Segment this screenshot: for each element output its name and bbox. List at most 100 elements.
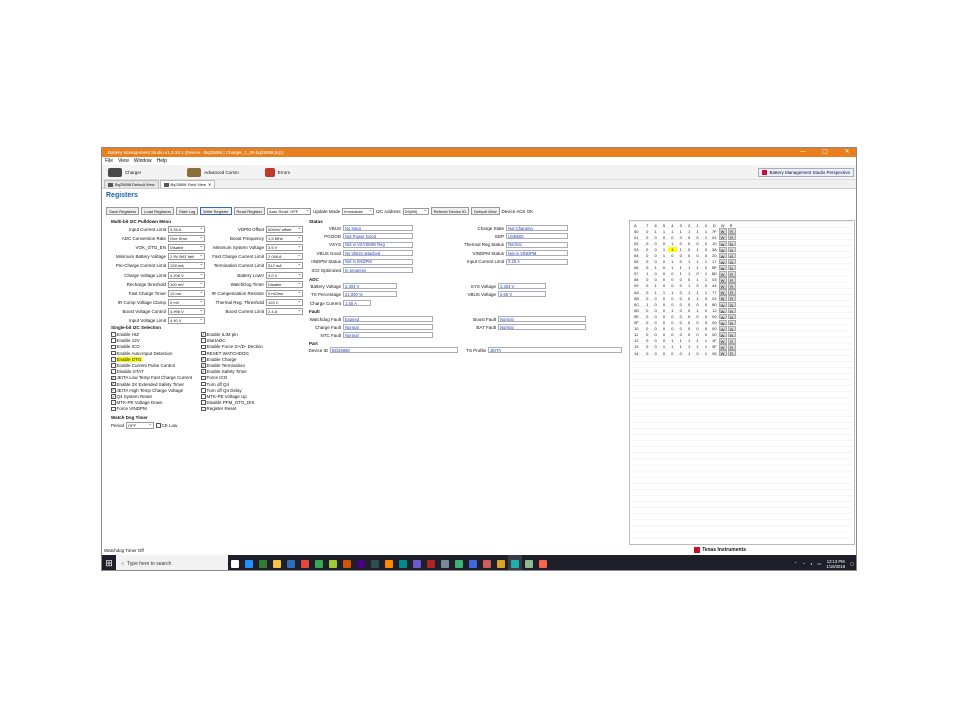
register-bit[interactable]: 0 <box>643 332 651 337</box>
write-row-button[interactable]: W <box>718 246 727 253</box>
register-bit[interactable]: 0 <box>651 247 659 252</box>
register-bit[interactable]: 0 <box>660 326 668 331</box>
register-bit[interactable]: 0 <box>685 314 693 319</box>
checkbox[interactable]: Enable Force D+/D- Dection <box>201 344 263 349</box>
read-row-button[interactable]: R <box>727 289 736 295</box>
register-bit[interactable]: 1 <box>660 344 668 349</box>
checkbox[interactable]: MTK-PE Voltage Down <box>111 400 163 405</box>
tab-field-view[interactable]: Bq25898 Field View ✕ <box>159 180 216 188</box>
register-bit[interactable]: 0 <box>702 296 710 301</box>
register-bit[interactable]: 1 <box>651 290 659 295</box>
checkbox[interactable]: Force ICO <box>201 375 227 380</box>
register-bit[interactable]: 0 <box>651 271 659 276</box>
register-bit[interactable]: 0 <box>668 253 676 258</box>
register-bit[interactable]: 0 <box>702 283 710 288</box>
register-bit[interactable]: 1 <box>685 283 693 288</box>
register-bit[interactable]: 1 <box>685 271 693 276</box>
register-bit[interactable]: 1 <box>702 290 710 295</box>
register-bit[interactable]: 0 <box>685 296 693 301</box>
register-bit[interactable]: 0 <box>651 241 659 246</box>
write-row-button[interactable]: W <box>718 295 727 301</box>
write-row-button[interactable]: W <box>718 344 727 350</box>
update-mode-select[interactable]: Immediate <box>342 207 375 215</box>
checkbox[interactable]: ✓ Enable Safety Timer <box>201 369 247 374</box>
taskbar-app[interactable] <box>424 555 438 570</box>
register-bit[interactable]: 0 <box>643 290 651 295</box>
volume-icon[interactable]: ◖ <box>810 561 813 566</box>
read-row-button[interactable]: R <box>727 252 736 259</box>
register-bit[interactable]: 0 <box>643 296 651 301</box>
setting-select[interactable]: 512 mA <box>266 261 303 270</box>
checkbox[interactable]: ✓ Enable Termination <box>201 363 245 368</box>
read-row-button[interactable]: R <box>727 240 736 247</box>
read-row-button[interactable]: R <box>727 313 736 320</box>
setting-select[interactable]: 100 mV <box>168 280 205 288</box>
register-bit[interactable]: 0 <box>651 277 659 282</box>
taskbar-app[interactable] <box>312 555 326 570</box>
setting-select[interactable]: 1.5 MHz <box>266 234 303 243</box>
menu-help[interactable]: Help <box>157 158 167 164</box>
read-row-button[interactable]: R <box>727 277 736 283</box>
register-bit[interactable]: 1 <box>693 308 701 313</box>
start-button[interactable]: ⊞ <box>102 555 116 570</box>
register-bit[interactable]: 1 <box>693 247 701 252</box>
checkbox[interactable]: Enable ICO <box>111 344 140 349</box>
write-row-button[interactable]: W <box>718 313 727 320</box>
register-bit[interactable]: 0 <box>643 235 651 240</box>
checkbox[interactable]: Enable 12V <box>111 338 140 343</box>
taskbar-app[interactable] <box>354 555 368 570</box>
register-bit[interactable]: 1 <box>685 344 693 349</box>
menu-view[interactable]: View <box>118 158 129 164</box>
register-bit[interactable]: 1 <box>677 338 685 343</box>
setting-select[interactable]: 2.048 A <box>266 252 303 261</box>
register-bit[interactable]: 1 <box>668 241 676 246</box>
setting-select[interactable]: 600mV offset <box>266 225 303 233</box>
register-bit[interactable]: 0 <box>693 241 701 246</box>
register-bit[interactable]: 1 <box>660 253 668 258</box>
register-bit[interactable]: 0 <box>660 351 668 356</box>
register-bit[interactable]: 0 <box>668 320 676 325</box>
charger-button[interactable]: Charger <box>108 167 141 177</box>
register-bit[interactable]: 0 <box>668 271 676 276</box>
clock[interactable]: 12:13 PM 1/16/2018 <box>826 559 845 569</box>
register-bit[interactable]: 1 <box>693 229 701 234</box>
tray-chevron-icon[interactable]: ⌃ <box>794 561 798 566</box>
read-row-button[interactable]: R <box>727 271 736 277</box>
register-bit[interactable]: 0 <box>677 320 685 325</box>
register-bit[interactable]: 0 <box>668 332 676 337</box>
register-bit[interactable]: 1 <box>651 283 659 288</box>
register-bit[interactable]: 0 <box>643 338 651 343</box>
setting-select[interactable]: 4.208 V <box>168 271 205 279</box>
register-bit[interactable]: 1 <box>677 271 685 276</box>
register-bit[interactable]: 0 <box>677 308 685 313</box>
register-bit[interactable]: 0 <box>702 241 710 246</box>
setting-select[interactable]: 120 C <box>266 298 303 306</box>
register-bit[interactable]: 1 <box>668 246 677 252</box>
write-row-button[interactable]: W <box>718 350 727 356</box>
register-bit[interactable]: 1 <box>668 259 676 264</box>
taskbar-app[interactable] <box>340 555 354 570</box>
register-bit[interactable]: 0 <box>651 296 659 301</box>
write-row-button[interactable]: W <box>718 289 727 295</box>
register-bit[interactable]: 0 <box>693 351 701 356</box>
register-bit[interactable]: 0 <box>693 283 701 288</box>
setting-select[interactable]: 0 mV <box>168 298 205 306</box>
register-bit[interactable]: 0 <box>668 235 676 240</box>
read-row-button[interactable]: R <box>727 264 736 271</box>
register-bit[interactable]: 0 <box>702 265 710 270</box>
register-bit[interactable]: 1 <box>677 344 685 349</box>
register-bit[interactable]: 1 <box>693 296 701 301</box>
register-bit[interactable]: 0 <box>702 253 710 258</box>
write-row-button[interactable]: W <box>718 252 727 259</box>
register-bit[interactable]: 1 <box>702 338 710 343</box>
register-bit[interactable]: 0 <box>651 235 659 240</box>
register-bit[interactable]: 0 <box>660 235 668 240</box>
ce-low-checkbox[interactable]: CE Low <box>156 423 177 428</box>
register-bit[interactable]: 0 <box>693 314 701 319</box>
register-bit[interactable]: 0 <box>677 314 685 319</box>
register-bit[interactable]: 0 <box>651 332 659 337</box>
register-bit[interactable]: 0 <box>660 259 668 264</box>
checkbox[interactable]: Force VINDPM <box>111 406 147 411</box>
register-bit[interactable]: 1 <box>668 308 676 313</box>
register-bit[interactable]: 1 <box>677 247 685 252</box>
